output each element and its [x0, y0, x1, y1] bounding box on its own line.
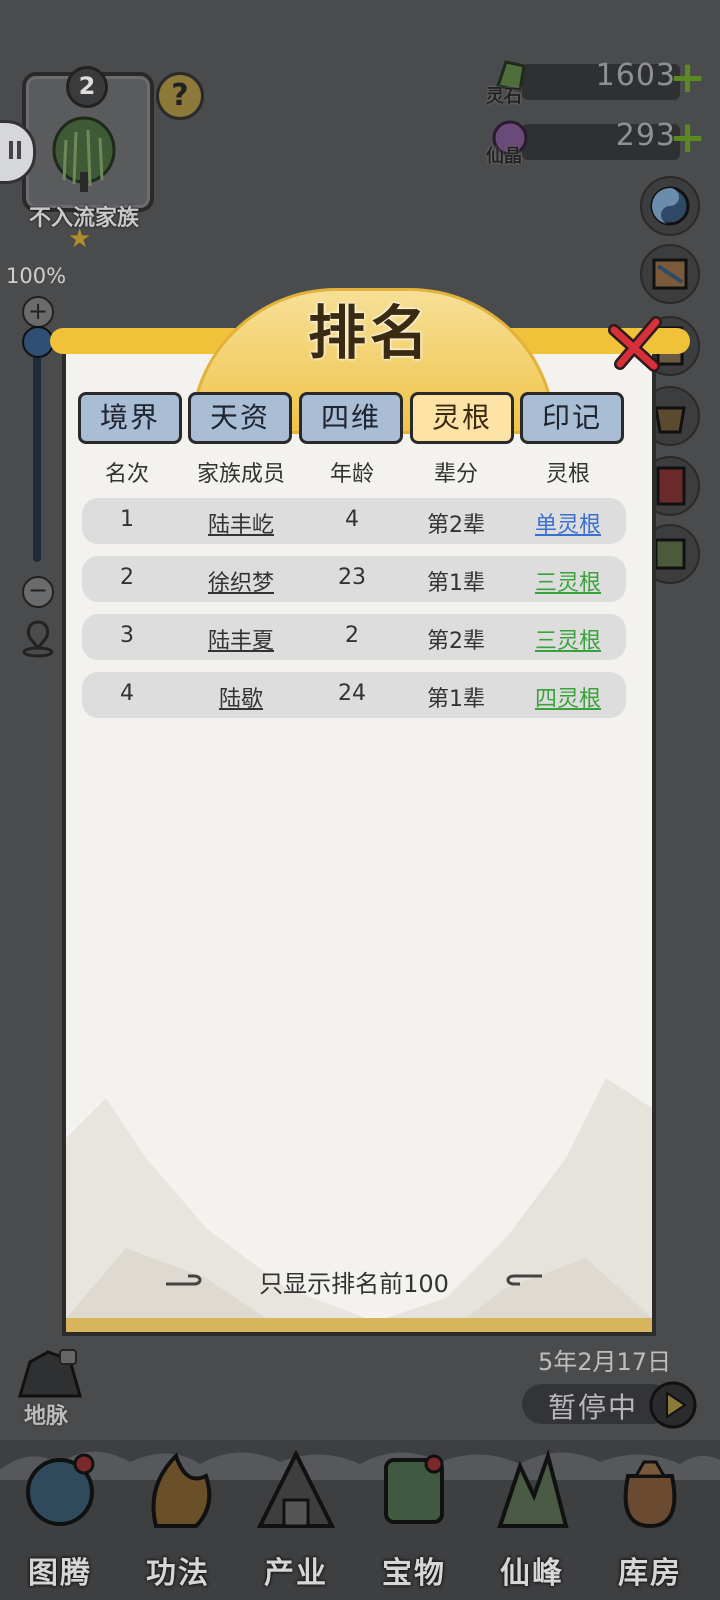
willow-tree-icon — [52, 116, 116, 192]
rank-cell: 2 — [120, 565, 134, 590]
age-cell: 2 — [345, 623, 359, 648]
nav-industry[interactable]: 产业 — [240, 1440, 352, 1600]
dialog-bottom-strip — [66, 1318, 652, 1332]
spirit-root-link[interactable]: 三灵根 — [510, 623, 626, 655]
money-bag-icon — [623, 1460, 677, 1529]
nav-label: 产业 — [264, 1556, 328, 1591]
generation-cell: 第2辈 — [427, 513, 485, 538]
spirit-root-link[interactable]: 单灵根 — [510, 507, 626, 539]
nav-label: 功法 — [146, 1556, 210, 1591]
member-name-link[interactable]: 陆丰夏 — [182, 623, 300, 655]
age-cell: 24 — [338, 681, 366, 706]
zoom-out-button[interactable]: − — [22, 576, 54, 608]
generation-cell: 第2辈 — [427, 629, 485, 654]
table-header: 名次 家族成员 年龄 辈分 灵根 — [82, 456, 626, 496]
scroll-map-icon[interactable] — [640, 244, 700, 304]
zoom-track[interactable] — [33, 330, 41, 562]
bottom-navigation: 图腾 功法 产业 宝物 仙峰 库房 — [0, 1440, 720, 1600]
tab-spirit-root[interactable]: 灵根 — [410, 392, 514, 444]
nav-techniques[interactable]: 功法 — [122, 1440, 234, 1600]
nav-totem[interactable]: 图腾 — [4, 1440, 116, 1600]
earth-vein-icon — [17, 1349, 82, 1398]
table-row: 4 陆歇 24 第1辈 四灵根 — [82, 672, 626, 718]
rank-cell: 1 — [120, 507, 134, 532]
column-header-spirit-root: 灵根 — [545, 462, 590, 487]
zoom-percent: 100% — [6, 264, 67, 288]
close-icon[interactable] — [606, 316, 666, 372]
spirit-root-link[interactable]: 三灵根 — [510, 565, 626, 597]
footer-note: 只显示排名前100 — [164, 1262, 544, 1298]
locate-icon[interactable] — [18, 618, 58, 658]
swirl-ornament-icon — [506, 1274, 542, 1286]
earth-vein-label: 地脉 — [24, 1404, 69, 1429]
play-icon — [649, 1381, 697, 1429]
game-date: 5年2月17日 — [538, 1348, 672, 1376]
nav-treasures[interactable]: 宝物 — [358, 1440, 470, 1600]
nav-label: 图腾 — [28, 1556, 92, 1591]
pause-label: 暂停中 — [548, 1391, 639, 1424]
member-name-link[interactable]: 徐织梦 — [182, 565, 300, 597]
column-header-member: 家族成员 — [196, 462, 285, 487]
mountain-house-icon — [256, 1449, 336, 1528]
add-immortal-crystal-button[interactable]: + — [669, 116, 706, 160]
member-name-link[interactable]: 陆歇 — [182, 681, 300, 713]
nav-immortal-peak[interactable]: 仙峰 — [476, 1440, 588, 1600]
table-row: 3 陆丰夏 2 第2辈 三灵根 — [82, 614, 626, 660]
nav-label: 仙峰 — [500, 1556, 564, 1591]
nav-storehouse[interactable]: 库房 — [594, 1440, 706, 1600]
column-header-generation: 辈分 — [433, 462, 478, 487]
tab-talent[interactable]: 天资 — [188, 392, 292, 444]
earth-vein-button[interactable]: 地脉 — [10, 1346, 90, 1430]
rank-cell: 3 — [120, 623, 134, 648]
star-icon: ★ — [68, 224, 92, 254]
title-banner: 排名 — [50, 284, 690, 434]
age-cell: 23 — [338, 565, 366, 590]
footer-text: 只显示排名前100 — [259, 1270, 449, 1298]
pause-bars-icon — [9, 141, 13, 159]
rank-cell: 4 — [120, 681, 134, 706]
nav-label: 库房 — [618, 1556, 682, 1591]
zoom-in-button[interactable]: + — [22, 296, 54, 328]
jade-artifact-icon — [384, 1454, 444, 1524]
generation-cell: 第1辈 — [427, 687, 485, 712]
tab-four-dimensions[interactable]: 四维 — [299, 392, 403, 444]
immortal-crystal-currency: 仙晶 293 + — [486, 116, 706, 168]
spirit-stone-currency: 灵石 1603 + — [486, 56, 706, 108]
pause-button[interactable]: 暂停中 — [522, 1380, 698, 1429]
peak-icon — [497, 1449, 569, 1528]
currency-value: 1603 — [595, 58, 676, 93]
currency-label: 灵石 — [486, 86, 522, 107]
yin-yang-icon[interactable] — [640, 176, 700, 236]
tab-mark[interactable]: 印记 — [520, 392, 624, 444]
table-row: 1 陆丰屹 4 第2辈 单灵根 — [82, 498, 626, 544]
column-header-age: 年龄 — [329, 462, 374, 487]
column-header-rank: 名次 — [104, 462, 149, 487]
nav-label: 宝物 — [382, 1556, 446, 1591]
currency-label: 仙晶 — [486, 146, 522, 167]
flame-icon — [151, 1452, 212, 1528]
table-row: 2 徐织梦 23 第1辈 三灵根 — [82, 556, 626, 602]
member-name-link[interactable]: 陆丰屹 — [182, 507, 300, 539]
family-level: 2 — [66, 66, 108, 108]
age-cell: 4 — [345, 507, 359, 532]
generation-cell: 第1辈 — [427, 571, 485, 596]
tab-realm[interactable]: 境界 — [78, 392, 182, 444]
help-button[interactable]: ? — [156, 72, 204, 120]
add-spirit-stone-button[interactable]: + — [669, 56, 706, 100]
spirit-root-link[interactable]: 四灵根 — [510, 681, 626, 713]
currency-value: 293 — [615, 118, 676, 153]
ranking-tabs: 境界 天资 四维 灵根 印记 — [78, 392, 638, 448]
dialog-title: 排名 — [307, 299, 432, 367]
totem-icon — [26, 1453, 95, 1526]
